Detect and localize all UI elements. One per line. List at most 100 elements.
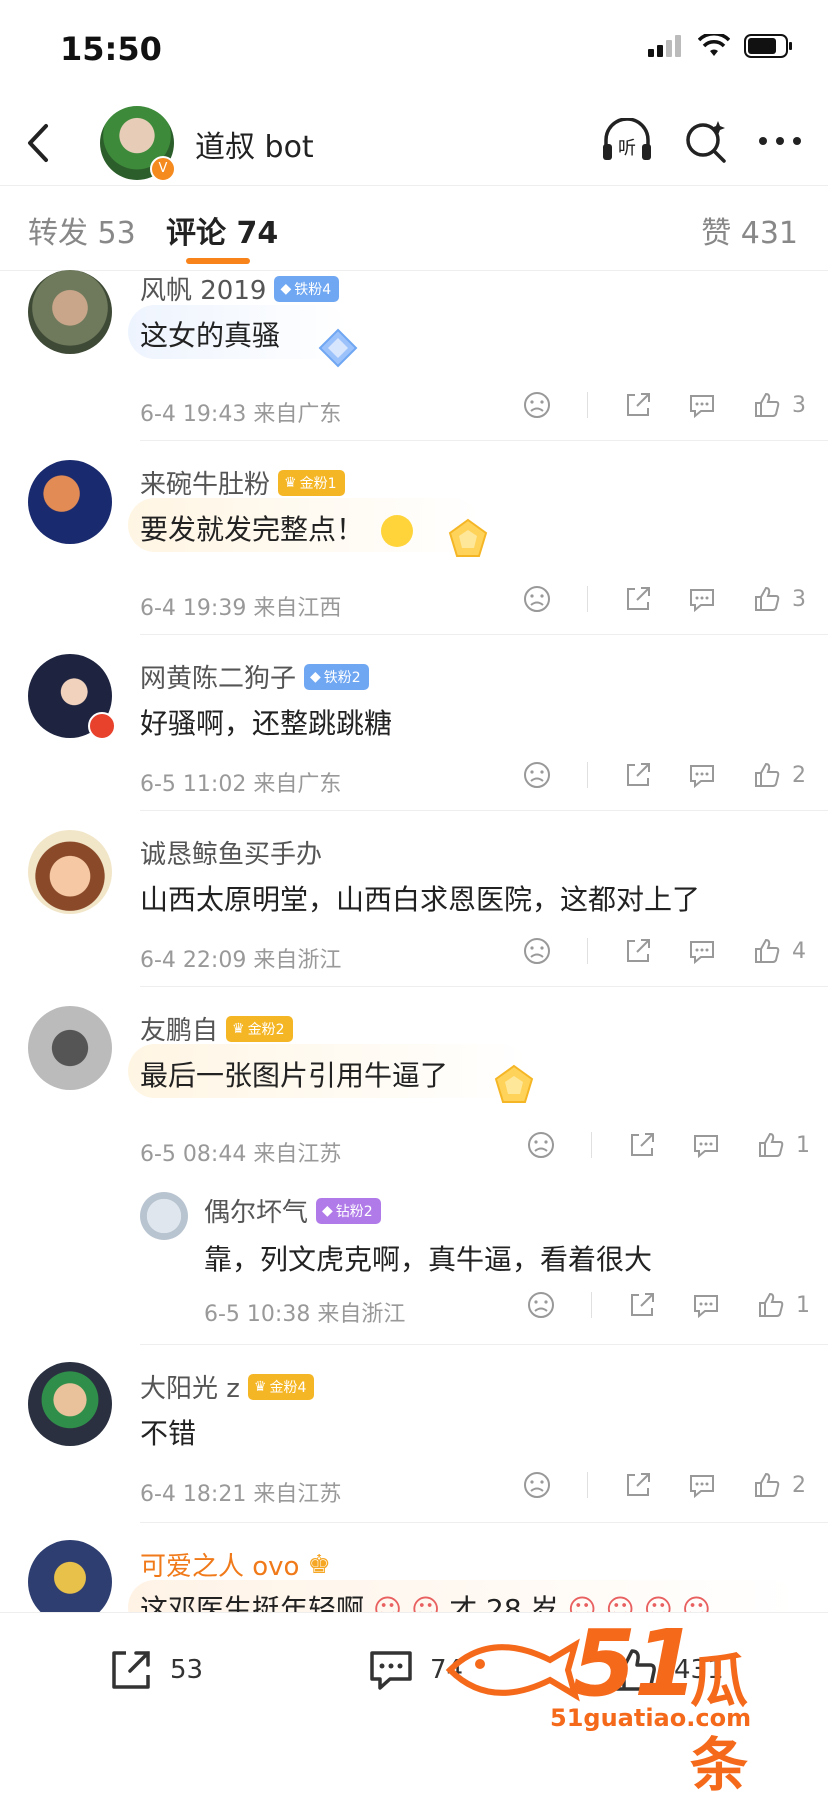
fan-badge: ◆ 铁粉4: [274, 275, 340, 302]
like-button[interactable]: 1: [756, 1130, 810, 1160]
diamond-icon: ◆: [310, 668, 321, 685]
like-count: 4: [792, 938, 806, 964]
share-icon[interactable]: [623, 390, 653, 420]
comment-meta: 6-4 19:43 来自广东: [140, 402, 342, 427]
share-icon[interactable]: [627, 1290, 657, 1320]
fan-badge: ◆ 钻粉2: [316, 1197, 381, 1224]
comment-username[interactable]: 来碗牛肚粉 ♛ 金粉1: [140, 464, 345, 501]
like-count: 2: [792, 762, 806, 788]
comment-username[interactable]: 友鹏自 ♛ 金粉2: [140, 1010, 293, 1047]
listen-icon[interactable]: 听: [600, 118, 654, 164]
diamond-decor-icon: [318, 328, 358, 368]
share-icon[interactable]: [623, 584, 653, 614]
reply-icon[interactable]: [687, 1470, 717, 1500]
dislike-icon[interactable]: [522, 584, 552, 614]
comment-username[interactable]: 偶尔坏气 ◆ 钻粉2: [204, 1192, 381, 1229]
like-button[interactable]: 1: [756, 1290, 810, 1320]
share-icon: [112, 1651, 150, 1689]
dislike-icon[interactable]: [526, 1130, 556, 1160]
tab-like[interactable]: 赞 431: [701, 208, 798, 252]
divider: [140, 986, 828, 987]
share-icon[interactable]: [627, 1130, 657, 1160]
nav-bar: V 道叔 bot 听: [0, 100, 828, 186]
crown-icon: ♛: [253, 1378, 267, 1395]
comment-text: 好骚啊，还整跳跳糖: [140, 707, 393, 740]
more-icon[interactable]: [758, 135, 802, 147]
fan-badge: ◆ 铁粉2: [304, 663, 369, 690]
fan-badge: ♛ 金粉1: [278, 469, 345, 496]
thumbs-up-icon: [755, 938, 780, 963]
comment-username[interactable]: 风帆 2019 ◆ 铁粉4: [140, 270, 340, 307]
comment-username[interactable]: 诚恳鲸鱼买手办: [140, 834, 322, 871]
dislike-icon[interactable]: [526, 1290, 556, 1320]
comment-username[interactable]: 网黄陈二狗子 ◆ 铁粉2: [140, 658, 369, 695]
like-count: 1: [796, 1292, 810, 1318]
dislike-icon[interactable]: [522, 390, 552, 420]
thumbs-up-icon: [755, 762, 780, 787]
diamond-icon: ◆: [322, 1202, 333, 1219]
reply-icon[interactable]: [691, 1290, 721, 1320]
avatar[interactable]: [140, 1192, 188, 1240]
comment-icon: [370, 1651, 412, 1690]
signal-icon: [648, 35, 681, 57]
fish-logo-icon: [445, 1638, 580, 1702]
share-icon[interactable]: [623, 760, 653, 790]
thumbs-up-icon: [759, 1292, 784, 1317]
share-icon[interactable]: [623, 936, 653, 966]
comment-username[interactable]: 可爱之人 ovo ♚: [140, 1546, 331, 1583]
divider: [140, 1522, 828, 1523]
verified-badge-icon: [88, 712, 116, 740]
reply-icon[interactable]: [687, 936, 717, 966]
like-button[interactable]: 2: [752, 760, 806, 790]
reply-icon[interactable]: [687, 390, 717, 420]
comment-meta: 6-5 08:44 来自江苏: [140, 1142, 342, 1167]
thumbs-up-icon: [755, 1472, 780, 1497]
status-bar: 15:50: [0, 0, 828, 100]
tab-repost[interactable]: 转发 53: [28, 208, 136, 252]
comment-text: 这女的真骚: [140, 319, 281, 352]
tab-comment[interactable]: 评论 74: [166, 208, 278, 252]
nav-title[interactable]: 道叔 bot: [195, 122, 314, 166]
thumbs-up-icon: [755, 392, 780, 417]
comment-meta: 6-5 11:02 来自广东: [140, 772, 342, 797]
crown-icon: ♚: [307, 1549, 331, 1580]
reply-icon[interactable]: [687, 584, 717, 614]
dislike-icon[interactable]: [522, 1470, 552, 1500]
like-button[interactable]: 2: [752, 1470, 806, 1500]
comment-text: 要发就发完整点！: [140, 508, 413, 548]
comment-meta: 6-4 22:09 来自浙江: [140, 948, 342, 973]
repost-count: 53: [170, 1655, 204, 1685]
svg-text:听: 听: [618, 138, 636, 159]
avatar[interactable]: [28, 460, 112, 544]
comment-text: 最后一张图片引用牛逼了: [140, 1059, 449, 1092]
avatar[interactable]: [28, 1362, 112, 1446]
back-icon[interactable]: [20, 118, 60, 168]
divider: [140, 440, 828, 441]
wifi-icon: [698, 34, 730, 56]
like-button[interactable]: 4: [752, 936, 806, 966]
avatar[interactable]: [28, 1006, 112, 1090]
comment-username[interactable]: 大阳光 z ♛ 金粉4: [140, 1368, 315, 1405]
share-icon[interactable]: [623, 1470, 653, 1500]
watermark-url: 51guatiao.com: [550, 1704, 752, 1732]
thumbs-up-icon: [755, 586, 780, 611]
reply-icon[interactable]: [687, 760, 717, 790]
diamond-icon: ◆: [280, 280, 292, 297]
search-icon[interactable]: [684, 119, 728, 163]
verified-badge-icon: V: [150, 156, 176, 182]
thumbs-up-icon: [759, 1132, 784, 1157]
crown-icon: ♛: [232, 1020, 245, 1037]
dislike-icon[interactable]: [522, 936, 552, 966]
avatar[interactable]: [28, 830, 112, 914]
comment-meta: 6-5 10:38 来自浙江: [204, 1302, 406, 1327]
comment-text: 不错: [140, 1417, 197, 1450]
avatar[interactable]: [28, 270, 112, 354]
fan-badge: ♛ 金粉4: [247, 1373, 315, 1400]
dislike-icon[interactable]: [522, 760, 552, 790]
like-count: 3: [792, 586, 806, 612]
like-button[interactable]: 3: [752, 584, 806, 614]
like-button[interactable]: 3: [752, 390, 806, 420]
like-count: 1: [796, 1132, 810, 1158]
repost-button[interactable]: 53: [106, 1645, 203, 1695]
reply-icon[interactable]: [691, 1130, 721, 1160]
